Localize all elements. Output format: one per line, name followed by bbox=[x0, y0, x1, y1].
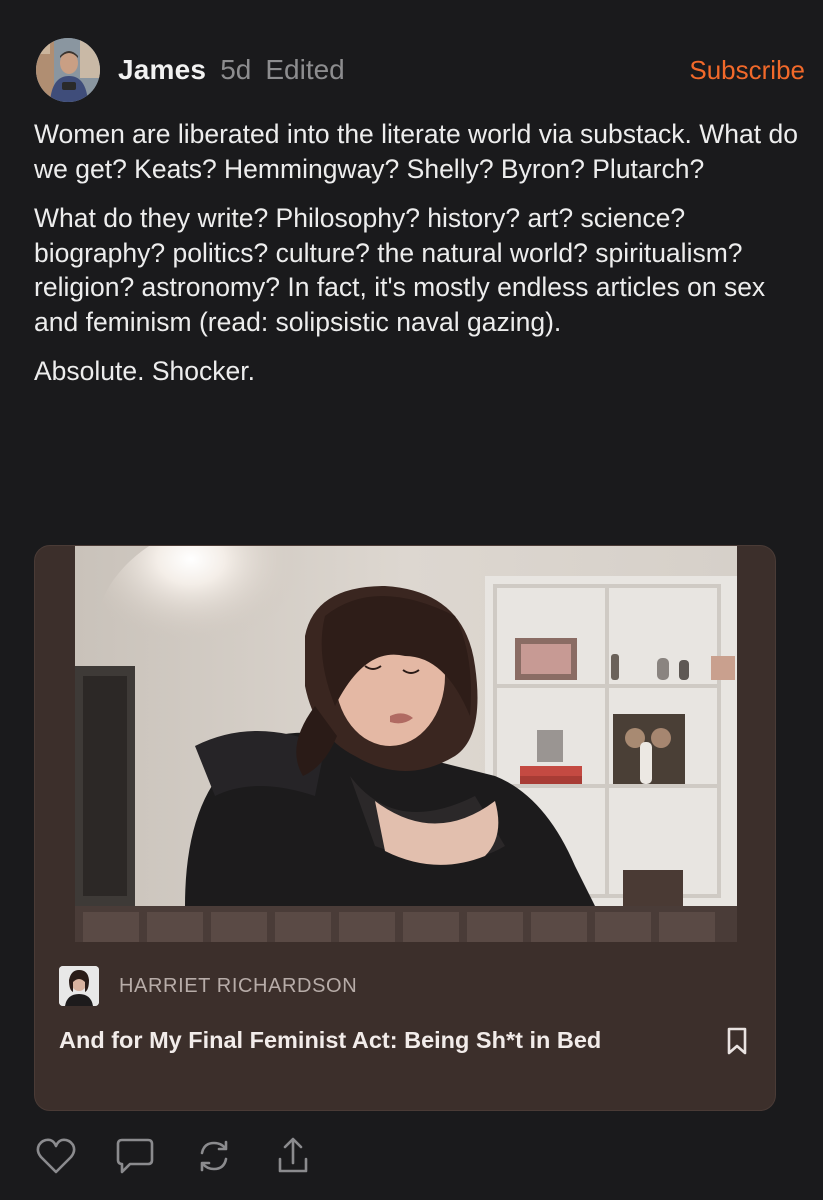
author-avatar[interactable] bbox=[36, 38, 100, 102]
share-icon[interactable] bbox=[271, 1134, 315, 1178]
heart-icon[interactable] bbox=[34, 1134, 78, 1178]
post-header: James 5d Edited Subscribe bbox=[36, 38, 805, 102]
subscribe-button[interactable]: Subscribe bbox=[689, 55, 805, 86]
edited-label: Edited bbox=[265, 54, 345, 85]
publication-avatar bbox=[59, 966, 99, 1006]
post-paragraph: What do they write? Philosophy? history?… bbox=[34, 203, 766, 337]
post-age: 5d bbox=[220, 54, 252, 85]
post-paragraph: Absolute. Shocker. bbox=[34, 356, 255, 386]
comment-icon[interactable] bbox=[113, 1134, 157, 1178]
author-name[interactable]: James bbox=[118, 54, 206, 86]
post-body: Women are liberated into the literate wo… bbox=[34, 117, 804, 404]
publication-row[interactable]: HARRIET RICHARDSON bbox=[59, 964, 357, 1008]
article-cover-image bbox=[75, 546, 737, 946]
embedded-article-card[interactable]: HARRIET RICHARDSON And for My Final Femi… bbox=[34, 545, 776, 1111]
post-paragraph: Women are liberated into the literate wo… bbox=[34, 119, 798, 184]
publication-name: HARRIET RICHARDSON bbox=[119, 974, 358, 997]
post-actions bbox=[34, 1134, 350, 1178]
restack-icon[interactable] bbox=[192, 1134, 236, 1178]
article-title[interactable]: And for My Final Feminist Act: Being Sh*… bbox=[59, 1024, 619, 1056]
bookmark-icon[interactable] bbox=[725, 1026, 749, 1056]
